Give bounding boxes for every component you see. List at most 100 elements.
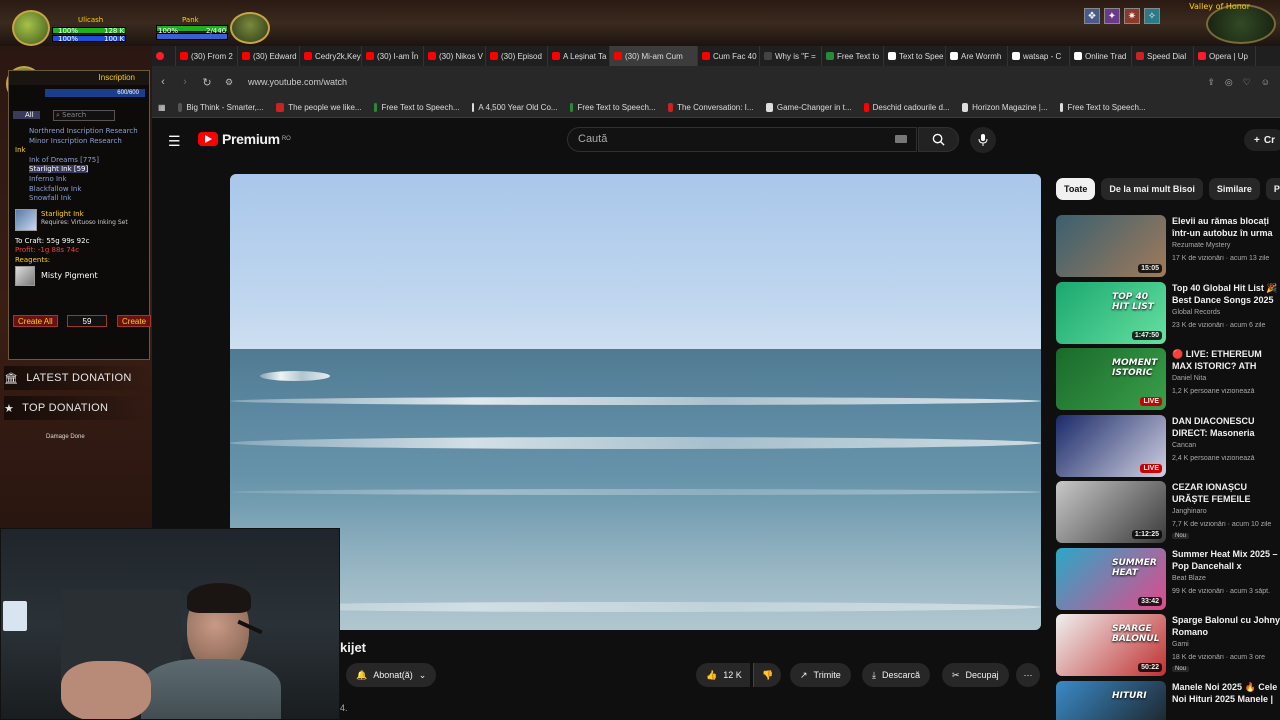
browser-tab[interactable]: Speed Dial (1132, 46, 1194, 66)
recommendation-item[interactable]: SPARGE BALONUL 50:22 Sparge Balonul cu Joh… (1056, 614, 1280, 676)
bookmark-item[interactable]: Game-Changer in t... (760, 103, 858, 112)
recipe-list-item[interactable]: Starlight Ink [59] (29, 165, 89, 174)
player-portrait[interactable] (12, 10, 50, 46)
recipe-list-item[interactable]: Ink (15, 146, 26, 154)
recommendation-item[interactable]: SUMMER HEAT 33:42 Summer Heat Mix 2025 – P… (1056, 547, 1280, 610)
recommendation-title[interactable]: 🔴 LIVE: ETHEREUM MAX ISTORIC? ATH Watch … (1172, 348, 1280, 372)
bookmark-item[interactable]: Deschid cadourile d... (858, 103, 956, 112)
subscribed-button[interactable]: 🔔 Abonat(ă) ⌄ (346, 663, 437, 687)
clip-button[interactable]: ✂ Decupaj (942, 663, 1009, 687)
video-thumbnail[interactable]: TOP 40 HIT LIST 1:47:50 (1056, 281, 1166, 344)
video-thumbnail[interactable]: SPARGE BALONUL 50:22 (1056, 614, 1166, 676)
browser-tab[interactable]: Online Trad (1070, 46, 1132, 66)
video-player[interactable] (230, 174, 1041, 630)
bookmark-item[interactable]: A 4,500 Year Old Co... (466, 103, 564, 112)
youtube-logo[interactable]: Premium RO (198, 131, 291, 147)
bookmark-item[interactable]: Free Text to Speech... (1054, 103, 1152, 112)
search-button[interactable] (918, 127, 959, 152)
buff-icon[interactable]: ✷ (1124, 8, 1140, 24)
recommendation-title[interactable]: CEZAR IONAȘCU URĂȘTE FEMEILE INDEPENDENT… (1172, 481, 1280, 505)
browser-tab[interactable]: Why is "F = (760, 46, 822, 66)
bookmark-item[interactable]: Horizon Magazine |... (956, 103, 1054, 112)
filter-all[interactable]: All (13, 111, 40, 119)
video-thumbnail[interactable]: HITURI (1056, 680, 1166, 720)
create-all-button[interactable]: Create All (13, 315, 58, 327)
craft-count-input[interactable]: 59 (67, 315, 107, 327)
filter-chip[interactable]: Similare (1208, 178, 1260, 200)
recommendation-title[interactable]: Elevii au rămas blocați într-un autobuz … (1172, 215, 1280, 239)
recipe-list-item[interactable]: Snowfall Ink (29, 194, 71, 202)
browser-tab[interactable]: (30) Edward (238, 46, 300, 66)
bookmark-item[interactable]: The Conversation: I... (662, 103, 760, 112)
recipe-list-item[interactable]: Northrend Inscription Research (29, 127, 138, 135)
recommendation-title[interactable]: DAN DIACONESCU DIRECT: Masoneria conduce… (1172, 415, 1280, 439)
download-button[interactable]: ⤓ Descarcă (862, 663, 930, 687)
filter-chip[interactable]: Pen (1265, 178, 1280, 200)
forward-icon[interactable]: › (174, 76, 196, 88)
dislike-button[interactable]: 👎 (753, 663, 782, 687)
recommendation-item[interactable]: MOMENT ISTORIC LIVE 🔴 LIVE: ETHEREUM MAX I… (1056, 348, 1280, 410)
site-info-icon[interactable]: ⚙ (218, 77, 240, 88)
recommendation-channel[interactable]: Global Records (1172, 309, 1220, 316)
video-thumbnail[interactable]: 15:05 (1056, 215, 1166, 277)
recommendation-item[interactable]: HITURI Manele Noi 2025 🔥 Cele Noi Hituri … (1056, 680, 1280, 720)
recommendation-title[interactable]: Summer Heat Mix 2025 – Pop Dancehall x R… (1172, 548, 1280, 572)
keyboard-icon[interactable] (895, 135, 907, 143)
browser-tab[interactable]: watsap - C (1008, 46, 1070, 66)
browser-tab[interactable]: (30) Episod (486, 46, 548, 66)
recommendation-title[interactable]: Top 40 Global Hit List 🎉 Best Dance Song… (1172, 282, 1280, 306)
reload-icon[interactable]: ↻ (196, 76, 218, 89)
account-icon[interactable]: ☺ (1261, 77, 1270, 88)
video-thumbnail[interactable]: 1:12:25 (1056, 481, 1166, 543)
recommendation-item[interactable]: 15:05 Elevii au rămas blocați într-un aut… (1056, 215, 1280, 277)
search-input[interactable]: Caută (567, 127, 917, 152)
more-actions-button[interactable]: ⋯ (1016, 663, 1040, 687)
url-field[interactable]: www.youtube.com/watch (248, 77, 347, 87)
like-button[interactable]: 👍 12 K (696, 663, 750, 687)
recommendation-channel[interactable]: Rezumate Mystery (1172, 242, 1230, 249)
recommendation-channel[interactable]: Beat Blaze (1172, 575, 1206, 582)
browser-tab[interactable]: (30) Mi-am Cum (610, 46, 698, 66)
browser-tab[interactable]: (30) Nikos V (424, 46, 486, 66)
back-icon[interactable]: ‹ (152, 76, 174, 88)
browser-tab[interactable]: Cum Fac 40 (698, 46, 760, 66)
browser-tab[interactable]: Are Wormh (946, 46, 1008, 66)
recommendation-channel[interactable]: Janghinaro (1172, 508, 1207, 515)
video-thumbnail[interactable]: SUMMER HEAT 33:42 (1056, 547, 1166, 610)
tab-strip-start[interactable] (152, 46, 176, 66)
bookmark-item[interactable]: Big Think - Smarter,... (172, 103, 270, 112)
recommendation-title[interactable]: Manele Noi 2025 🔥 Cele Noi Hituri 2025 M… (1172, 681, 1280, 705)
buff-icon[interactable]: ✧ (1144, 8, 1160, 24)
browser-tab[interactable]: Free Text to (822, 46, 884, 66)
share-page-icon[interactable]: ⇪ (1207, 77, 1215, 88)
browser-tab[interactable]: Text to Spee (884, 46, 946, 66)
recipe-list-item[interactable]: Ink of Dreams [775] (29, 156, 99, 164)
recommendation-item[interactable]: TOP 40 HIT LIST 1:47:50 Top 40 Global Hit … (1056, 281, 1280, 344)
snapshot-icon[interactable]: ◎ (1225, 77, 1233, 88)
browser-tab[interactable]: Opera | Up (1194, 46, 1256, 66)
bookmark-item[interactable]: The people we like... (270, 103, 368, 112)
recommendation-title[interactable]: Sparge Balonul cu Johny Romano (1172, 614, 1280, 638)
voice-search-button[interactable] (970, 127, 996, 153)
menu-icon[interactable]: ☰ (168, 133, 181, 150)
recipe-list-item[interactable]: Inferno Ink (29, 175, 67, 183)
target-portrait[interactable] (230, 12, 270, 44)
recommendation-item[interactable]: 1:12:25 CEZAR IONAȘCU URĂȘTE FEMEILE INDE… (1056, 481, 1280, 543)
apps-icon[interactable]: ▦ (152, 103, 172, 112)
recipe-list-item[interactable]: Minor Inscription Research (29, 137, 122, 145)
recipe-list-item[interactable]: Blackfallow Ink (29, 185, 81, 193)
video-thumbnail[interactable]: MOMENT ISTORIC LIVE (1056, 348, 1166, 410)
create-button[interactable]: + Cr (1244, 129, 1280, 151)
browser-tab[interactable]: (30) I-am În (362, 46, 424, 66)
recommendation-item[interactable]: LIVE DAN DIACONESCU DIRECT: Masoneria con… (1056, 414, 1280, 477)
create-button[interactable]: Create (117, 315, 152, 327)
browser-tab[interactable]: (30) From 2 (176, 46, 238, 66)
bookmark-heart-icon[interactable]: ♡ (1243, 77, 1251, 88)
video-thumbnail[interactable]: LIVE (1056, 414, 1166, 477)
browser-tab[interactable]: A Leșinat Ta (548, 46, 610, 66)
buff-icon[interactable]: ❖ (1084, 8, 1100, 24)
bookmark-item[interactable]: Free Text to Speech... (368, 103, 466, 112)
bookmark-item[interactable]: Free Text to Speech... (564, 103, 662, 112)
recommendation-channel[interactable]: Cancan (1172, 442, 1196, 449)
filter-chip[interactable]: De la mai mult Bisoi (1101, 178, 1203, 200)
